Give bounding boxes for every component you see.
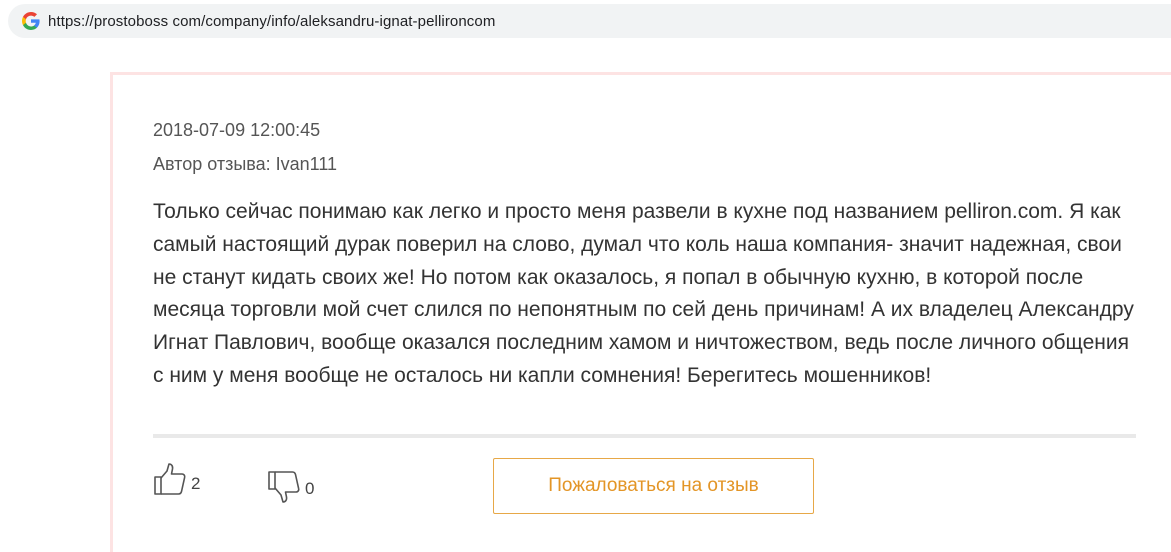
divider [153,434,1136,438]
google-g-icon [22,12,40,30]
dislike-button[interactable]: 0 [267,470,314,504]
thumbs-up-icon [154,463,186,495]
thumbs-down-icon [268,471,300,503]
dislike-count: 0 [305,479,315,498]
like-count: 2 [191,474,201,493]
report-review-button[interactable]: Пожаловаться на отзыв [493,458,814,514]
review-author: Автор отзыва: Ivan111 [153,154,338,174]
review-text: Только сейчас понимаю как легко и просто… [153,200,1134,387]
review-date: 2018-07-09 12:00:45 [153,120,321,140]
like-button[interactable]: 2 [153,462,200,496]
url-text[interactable]: https://prostoboss com/company/info/alek… [48,13,495,30]
address-bar[interactable]: https://prostoboss com/company/info/alek… [8,4,1171,38]
